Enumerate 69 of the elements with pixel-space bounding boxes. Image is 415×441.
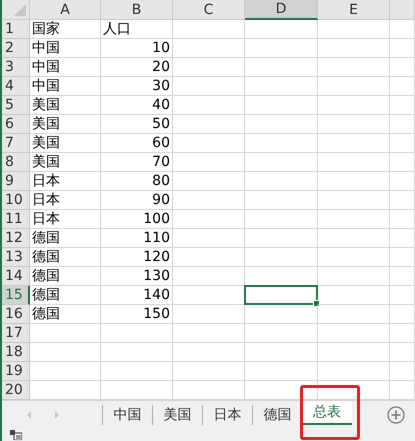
column-header[interactable]: E: [318, 0, 390, 20]
table-cell[interactable]: 人口: [101, 20, 173, 39]
table-cell[interactable]: 德国: [30, 286, 101, 305]
row-header[interactable]: 2: [2, 39, 30, 58]
macro-record-icon[interactable]: [10, 430, 22, 440]
table-cell[interactable]: 10: [101, 39, 173, 58]
column-header[interactable]: B: [101, 0, 173, 20]
table-cell[interactable]: 中国: [30, 58, 101, 77]
table-cell[interactable]: 120: [101, 248, 173, 267]
row-header[interactable]: 9: [2, 172, 30, 191]
add-sheet-icon[interactable]: [387, 406, 405, 424]
table-cell[interactable]: 美国: [30, 153, 101, 172]
table-cell[interactable]: 日本: [30, 191, 101, 210]
select-all-corner[interactable]: [2, 0, 30, 20]
sheet-tab[interactable]: 日本: [202, 405, 252, 425]
table-cell[interactable]: 110: [101, 229, 173, 248]
row-header[interactable]: 16: [2, 305, 30, 324]
row-header[interactable]: 4: [2, 77, 30, 96]
sheet-tab[interactable]: 美国: [152, 405, 202, 425]
row-header[interactable]: 11: [2, 210, 30, 229]
column-header[interactable]: A: [30, 0, 101, 20]
table-cell[interactable]: 美国: [30, 96, 101, 115]
sheet-tab[interactable]: 总表: [302, 401, 352, 425]
row-header[interactable]: 17: [2, 324, 30, 343]
table-cell[interactable]: 40: [101, 96, 173, 115]
row-header[interactable]: 14: [2, 267, 30, 286]
table-cell[interactable]: 国家: [30, 20, 101, 39]
table-cell[interactable]: 德国: [30, 248, 101, 267]
sheet-tab[interactable]: 中国: [102, 405, 152, 425]
table-cell[interactable]: 50: [101, 115, 173, 134]
table-cell[interactable]: 德国: [30, 305, 101, 324]
triangle-icon: [14, 4, 26, 16]
table-cell[interactable]: 150: [101, 305, 173, 324]
table-cell[interactable]: 德国: [30, 229, 101, 248]
column-header[interactable]: C: [173, 0, 245, 20]
table-cell[interactable]: 中国: [30, 77, 101, 96]
row-header[interactable]: 15: [2, 286, 30, 305]
row-header[interactable]: 3: [2, 58, 30, 77]
row-header[interactable]: 6: [2, 115, 30, 134]
column-header[interactable]: [390, 0, 415, 20]
table-cell[interactable]: 德国: [30, 267, 101, 286]
table-cell[interactable]: 90: [101, 191, 173, 210]
sheet-tab[interactable]: 德国: [252, 405, 302, 425]
table-cell[interactable]: 美国: [30, 134, 101, 153]
table-cell[interactable]: 80: [101, 172, 173, 191]
row-header[interactable]: 8: [2, 153, 30, 172]
row-header[interactable]: 12: [2, 229, 30, 248]
table-cell[interactable]: 100: [101, 210, 173, 229]
column-header[interactable]: D: [245, 0, 318, 20]
table-cell[interactable]: 70: [101, 153, 173, 172]
table-cell[interactable]: 中国: [30, 39, 101, 58]
row-header[interactable]: 7: [2, 134, 30, 153]
row-header[interactable]: 19: [2, 362, 30, 381]
row-header[interactable]: 13: [2, 248, 30, 267]
table-cell[interactable]: 140: [101, 286, 173, 305]
row-header[interactable]: 1: [2, 20, 30, 39]
table-cell[interactable]: 日本: [30, 210, 101, 229]
row-header[interactable]: 18: [2, 343, 30, 362]
scroll-right-icon[interactable]: [53, 410, 61, 420]
row-header[interactable]: 10: [2, 191, 30, 210]
table-cell[interactable]: 130: [101, 267, 173, 286]
row-header[interactable]: 5: [2, 96, 30, 115]
table-cell[interactable]: 20: [101, 58, 173, 77]
table-cell[interactable]: 30: [101, 77, 173, 96]
table-cell[interactable]: 美国: [30, 115, 101, 134]
row-header[interactable]: 20: [2, 381, 30, 400]
table-cell[interactable]: 60: [101, 134, 173, 153]
scroll-left-icon[interactable]: [25, 410, 33, 420]
table-cell[interactable]: 日本: [30, 172, 101, 191]
